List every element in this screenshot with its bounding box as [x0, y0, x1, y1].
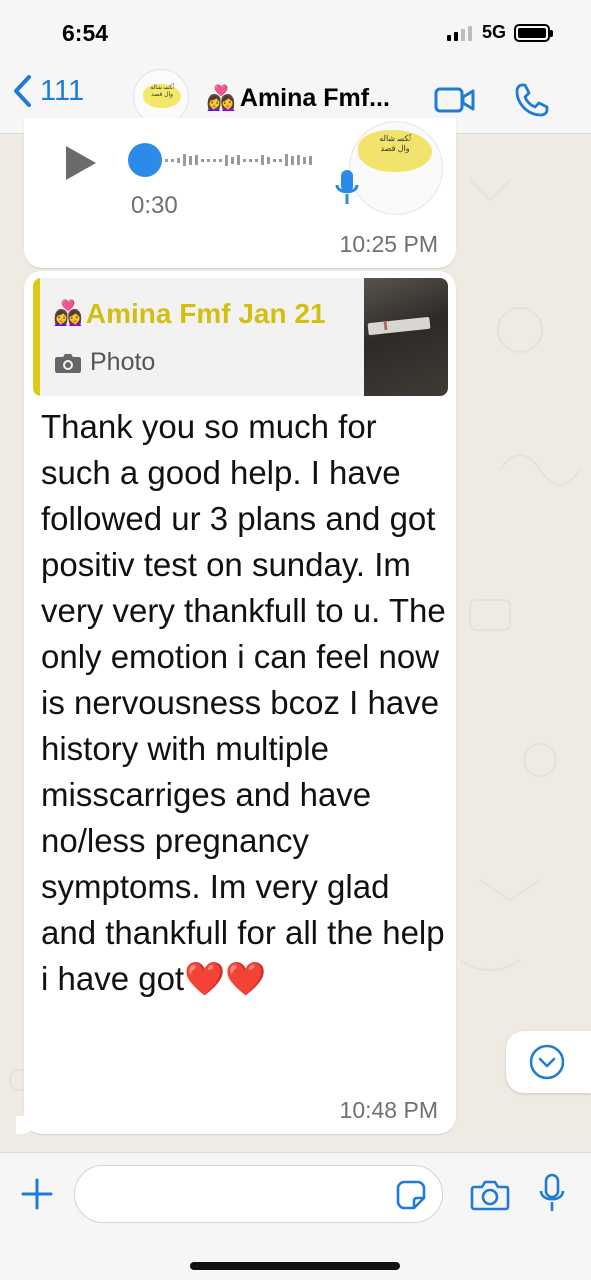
attach-button[interactable] — [20, 1177, 54, 1216]
message-timestamp: 10:25 PM — [339, 231, 438, 257]
avatar-logo-text: ﭐﮑﺴ ﺷﺎﻟﻪ ﻭﺍﻝ ﻗﺼﺪ — [150, 85, 174, 98]
unread-count: 111 — [40, 74, 85, 107]
couple-emoji: 👩‍❤️‍👩 — [206, 84, 236, 112]
message-text: Thank you so much for such a good help. … — [41, 408, 446, 997]
sticker-icon — [396, 1180, 426, 1210]
quoted-photo-thumbnail — [364, 278, 448, 396]
waveform — [165, 154, 312, 166]
voice-duration: 0:30 — [131, 192, 178, 219]
chevron-left-icon — [14, 75, 31, 107]
contact-avatar[interactable]: ﭐﮑﺴ ﺷﺎﻟﻪ ﻭﺍﻝ ﻗﺼﺪ — [133, 69, 189, 125]
video-call-button[interactable] — [434, 86, 476, 119]
play-icon[interactable] — [66, 146, 96, 180]
microphone-icon — [539, 1173, 565, 1211]
text-message-bubble[interactable]: 👩‍❤️‍👩 Amina Fmf Jan 21 Photo Thank you … — [16, 271, 456, 1134]
quote-accent-bar — [33, 278, 40, 396]
cellular-signal-icon — [447, 26, 472, 41]
camera-button[interactable] — [470, 1179, 510, 1216]
playback-scrubber[interactable] — [128, 143, 162, 177]
scroll-to-bottom-button[interactable] — [506, 1031, 591, 1093]
message-input[interactable] — [74, 1165, 443, 1223]
plus-icon — [21, 1178, 53, 1210]
status-time: 6:54 — [62, 20, 109, 46]
camera-icon — [470, 1180, 510, 1211]
contact-name: Amina Fmf... — [239, 84, 390, 112]
battery-icon — [514, 24, 553, 42]
home-indicator — [190, 1262, 400, 1270]
contact-name-button[interactable]: 👩‍❤️‍👩 Amina Fmf... — [206, 84, 390, 113]
chevron-down-circle-icon — [529, 1044, 565, 1080]
network-type: 5G — [482, 22, 507, 42]
status-bar: 6:54 5G — [0, 0, 591, 62]
microphone-icon — [335, 170, 359, 204]
voice-record-button[interactable] — [538, 1172, 566, 1219]
message-input-bar — [0, 1152, 591, 1280]
couple-emoji: 👩‍❤️‍👩 — [53, 300, 83, 327]
quoted-sender-name: Amina Fmf Jan 21 — [85, 298, 326, 329]
avatar-logo-text: ﭐﮑﺴ ﺷﺎﻟﻪ ﻭﺍﻝ ﻗﺼﺪ — [379, 134, 411, 153]
camera-icon — [55, 353, 81, 373]
back-button[interactable]: 111 — [12, 74, 84, 108]
voice-call-button[interactable] — [514, 82, 550, 123]
video-camera-icon — [434, 87, 475, 113]
voice-message-bubble[interactable]: 0:30 ﭐﮑﺴ ﺷﺎﻟﻪ ﻭﺍﻝ ﻗﺼﺪ 10:25 PM — [24, 118, 456, 268]
quoted-type-label: Photo — [90, 348, 156, 376]
message-timestamp: 10:48 PM — [339, 1097, 438, 1123]
phone-icon — [515, 83, 549, 117]
quoted-message[interactable]: 👩‍❤️‍👩 Amina Fmf Jan 21 Photo — [33, 278, 448, 396]
sticker-button[interactable] — [396, 1180, 426, 1215]
voice-sender-avatar: ﭐﮑﺴ ﺷﺎﻟﻪ ﻭﺍﻝ ﻗﺼﺪ — [349, 121, 443, 215]
